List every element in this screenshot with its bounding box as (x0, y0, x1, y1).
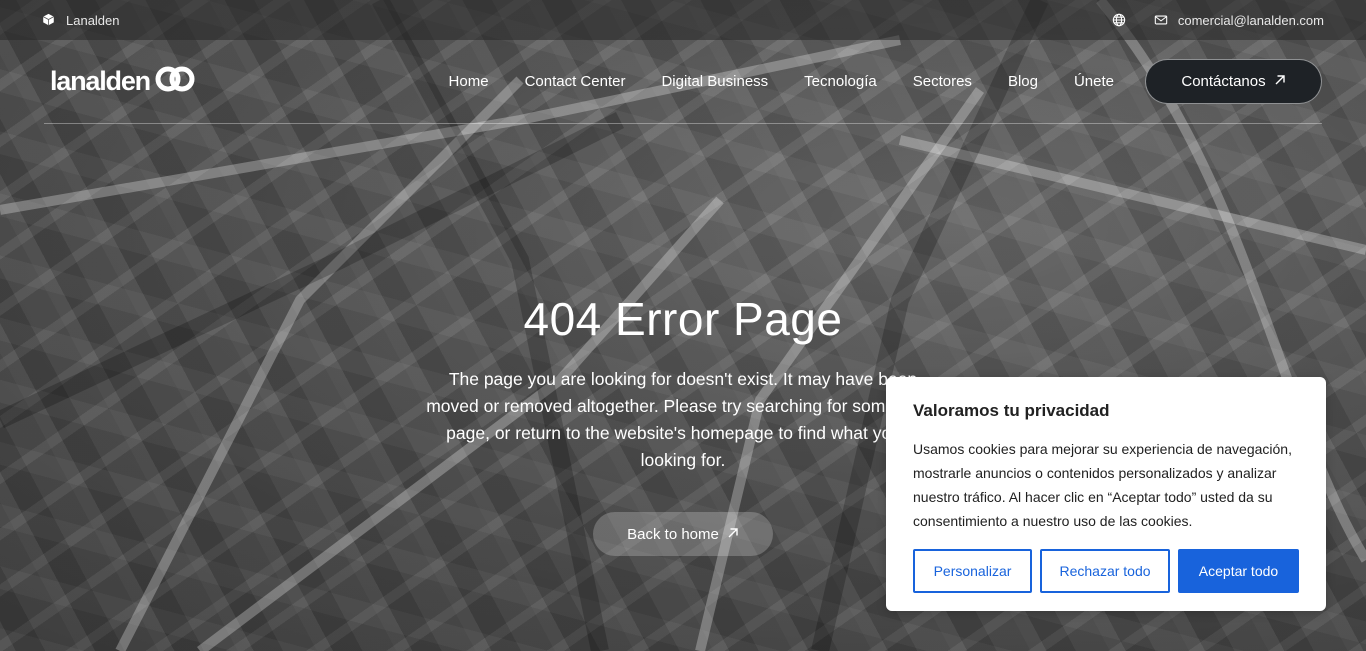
site-logo[interactable]: lanalden (44, 64, 196, 99)
nav-home[interactable]: Home (449, 73, 489, 90)
contact-button-label: Contáctanos (1181, 73, 1266, 90)
logo-text: lanalden (50, 66, 151, 96)
arrow-up-right-icon (1274, 73, 1286, 90)
customize-button[interactable]: Personalizar (913, 549, 1032, 593)
email-text: comercial@lanalden.com (1177, 12, 1324, 28)
main-nav: Home Contact Center Digital Business Tec… (449, 59, 1322, 104)
topbar-brand: Lanalden (42, 13, 120, 28)
email-link[interactable]: comercial@lanalden.com (1154, 13, 1324, 28)
nav-unete[interactable]: Únete (1074, 73, 1114, 90)
reject-all-button[interactable]: Rechazar todo (1040, 549, 1170, 593)
page-title: 404 Error Page (523, 293, 843, 345)
cookie-actions: Personalizar Rechazar todo Aceptar todo (913, 549, 1299, 593)
main-header: lanalden Home Contact Center Digital Bus… (44, 40, 1322, 124)
topbar-brand-label: Lanalden (66, 12, 120, 28)
cookie-title: Valoramos tu privacidad (913, 401, 1110, 420)
arrow-up-right-icon (727, 526, 739, 543)
top-bar: Lanalden comercial@lanalden.com (0, 0, 1366, 40)
globe-icon[interactable] (1112, 13, 1126, 27)
back-to-home-label: Back to home (627, 525, 719, 543)
error-message: The page you are looking for doesn't exi… (426, 369, 940, 470)
nav-contact-center[interactable]: Contact Center (525, 73, 626, 90)
error-hero: 404 Error Page The page you are looking … (423, 290, 943, 556)
cube-icon (42, 13, 56, 27)
nav-blog[interactable]: Blog (1008, 73, 1038, 90)
accept-all-button[interactable]: Aceptar todo (1178, 549, 1299, 593)
cookie-text: Usamos cookies para mejorar su experienc… (913, 441, 1292, 529)
envelope-icon (1154, 13, 1168, 27)
cookie-consent-banner: Valoramos tu privacidad Usamos cookies p… (886, 377, 1326, 611)
nav-digital-business[interactable]: Digital Business (661, 73, 768, 90)
logo-mark-icon (154, 64, 196, 99)
back-to-home-button[interactable]: Back to home (593, 512, 773, 556)
contact-button[interactable]: Contáctanos (1145, 59, 1322, 104)
nav-tecnologia[interactable]: Tecnología (804, 73, 877, 90)
nav-sectores[interactable]: Sectores (913, 73, 972, 90)
